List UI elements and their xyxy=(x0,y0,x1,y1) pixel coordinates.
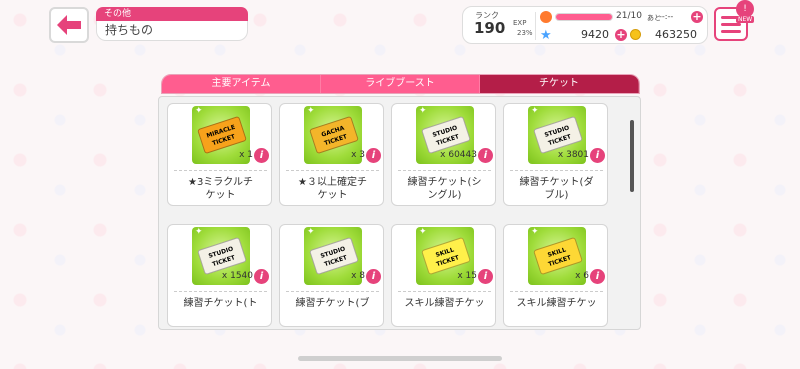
sparkle-icon: ✦ xyxy=(531,227,539,237)
item-name: 練習チケット(ブ xyxy=(295,298,370,309)
item-card-top: STUDIO TICKET ✦ x 1540 i xyxy=(168,225,271,289)
card-divider xyxy=(174,291,267,292)
back-button[interactable] xyxy=(49,7,89,43)
card-divider xyxy=(286,291,379,292)
item-card-top: SKILL TICKET ✦ x 15 i xyxy=(392,225,495,289)
exp-label: EXP xyxy=(513,19,527,27)
item-quantity: x 15 xyxy=(457,271,477,281)
breadcrumb-category: その他 xyxy=(96,7,248,21)
tab-main-items[interactable]: 主要アイテム xyxy=(162,75,321,93)
ticket-icon: SKILL TICKET xyxy=(421,236,471,276)
coin-icon xyxy=(630,29,641,40)
sparkle-icon: ✦ xyxy=(419,227,427,237)
page-title: 持ちもの xyxy=(96,21,248,41)
info-button[interactable]: i xyxy=(366,148,381,163)
item-grid: MIRACLE TICKET ✦ x 1 i ★3ミラクルチ ケット GACHA… xyxy=(167,103,627,327)
scrollbar[interactable] xyxy=(630,120,634,192)
ticket-icon: STUDIO TICKET xyxy=(533,115,583,155)
lp-value: 21/10 xyxy=(616,11,642,21)
card-divider xyxy=(174,170,267,171)
sparkle-icon: ✦ xyxy=(195,106,203,116)
item-card-top: SKILL TICKET ✦ x 6 i xyxy=(504,225,607,289)
coin-count: 463250 xyxy=(655,28,697,41)
item-quantity: x 60443 xyxy=(440,150,477,160)
info-button[interactable]: i xyxy=(478,269,493,284)
home-indicator[interactable] xyxy=(298,356,502,361)
ticket-icon: MIRACLE TICKET xyxy=(197,115,247,155)
info-button[interactable]: i xyxy=(478,148,493,163)
ticket-icon: STUDIO TICKET xyxy=(421,115,471,155)
card-divider xyxy=(398,291,491,292)
flame-icon xyxy=(540,11,552,23)
lp-bar xyxy=(555,13,613,21)
item-list-panel[interactable]: MIRACLE TICKET ✦ x 1 i ★3ミラクルチ ケット GACHA… xyxy=(158,96,641,330)
item-card-top: GACHA TICKET ✦ x 3 i xyxy=(280,104,383,168)
item-card[interactable]: SKILL TICKET ✦ x 6 i スキル練習チケッ xyxy=(503,224,608,327)
item-quantity: x 3 xyxy=(351,150,365,160)
item-name: スキル練習チケッ xyxy=(516,298,597,309)
item-quantity: x 8 xyxy=(351,271,365,281)
item-quantity: x 3801 xyxy=(557,150,589,160)
item-name: 練習チケット(シ ングル) xyxy=(407,177,482,201)
item-tabs: 主要アイテム ライブブースト チケット xyxy=(161,74,640,94)
add-lp-button[interactable]: + xyxy=(691,11,703,23)
ticket-icon: STUDIO TICKET xyxy=(309,236,359,276)
new-label: NEW xyxy=(736,16,755,23)
star-icon: ★ xyxy=(540,28,552,43)
ticket-icon: STUDIO TICKET xyxy=(197,236,247,276)
item-card[interactable]: STUDIO TICKET ✦ x 3801 i 練習チケット(ダ ブル) xyxy=(503,103,608,206)
item-card[interactable]: GACHA TICKET ✦ x 3 i ★３以上確定チ ケット xyxy=(279,103,384,206)
item-card[interactable]: MIRACLE TICKET ✦ x 1 i ★3ミラクルチ ケット xyxy=(167,103,272,206)
info-button[interactable]: i xyxy=(254,148,269,163)
item-card-top: MIRACLE TICKET ✦ x 1 i xyxy=(168,104,271,168)
item-quantity: x 1540 xyxy=(221,271,253,281)
item-card[interactable]: STUDIO TICKET ✦ x 60443 i 練習チケット(シ ングル) xyxy=(391,103,496,206)
item-name: ★3ミラクルチ ケット xyxy=(187,177,254,201)
breadcrumb: その他 持ちもの xyxy=(96,7,248,41)
sparkle-icon: ✦ xyxy=(307,106,315,116)
ticket-icon: SKILL TICKET xyxy=(533,236,583,276)
lp-bar-fill xyxy=(556,14,612,20)
jewel-count: 9420 xyxy=(581,28,609,41)
back-arrow-icon xyxy=(57,15,81,35)
item-quantity: x 1 xyxy=(239,150,253,160)
item-name: 練習チケット(ト xyxy=(183,298,258,309)
player-status-panel: ランク 190 EXP 23% 21/10 あと --:-- + ★ 9420 … xyxy=(462,6,708,44)
card-divider xyxy=(510,170,603,171)
item-quantity: x 6 xyxy=(575,271,589,281)
item-card[interactable]: STUDIO TICKET ✦ x 8 i 練習チケット(ブ xyxy=(279,224,384,327)
divider xyxy=(535,12,536,40)
item-card-top: STUDIO TICKET ✦ x 8 i xyxy=(280,225,383,289)
card-divider xyxy=(398,170,491,171)
sparkle-icon: ✦ xyxy=(195,227,203,237)
rank-value: 190 xyxy=(474,19,506,37)
item-card-top: STUDIO TICKET ✦ x 3801 i xyxy=(504,104,607,168)
item-card[interactable]: STUDIO TICKET ✦ x 1540 i 練習チケット(ト xyxy=(167,224,272,327)
add-jewel-button[interactable]: + xyxy=(615,29,627,41)
lp-timer: --:-- xyxy=(659,12,674,21)
tab-tickets[interactable]: チケット xyxy=(480,75,639,93)
item-name: スキル練習チケッ xyxy=(404,298,485,309)
item-card-top: STUDIO TICKET ✦ x 60443 i xyxy=(392,104,495,168)
info-button[interactable]: i xyxy=(366,269,381,284)
sparkle-icon: ✦ xyxy=(419,106,427,116)
info-button[interactable]: i xyxy=(254,269,269,284)
tab-live-boost[interactable]: ライブブースト xyxy=(321,75,480,93)
item-name: ★３以上確定チ ケット xyxy=(298,177,367,201)
ticket-icon: GACHA TICKET xyxy=(309,115,359,155)
card-divider xyxy=(286,170,379,171)
item-card[interactable]: SKILL TICKET ✦ x 15 i スキル練習チケッ xyxy=(391,224,496,327)
card-divider xyxy=(510,291,603,292)
info-button[interactable]: i xyxy=(590,148,605,163)
sparkle-icon: ✦ xyxy=(307,227,315,237)
item-name: 練習チケット(ダ ブル) xyxy=(519,177,594,201)
exp-percent: 23% xyxy=(517,29,533,37)
info-button[interactable]: i xyxy=(590,269,605,284)
sparkle-icon: ✦ xyxy=(531,106,539,116)
menu-icon-line xyxy=(721,29,741,33)
